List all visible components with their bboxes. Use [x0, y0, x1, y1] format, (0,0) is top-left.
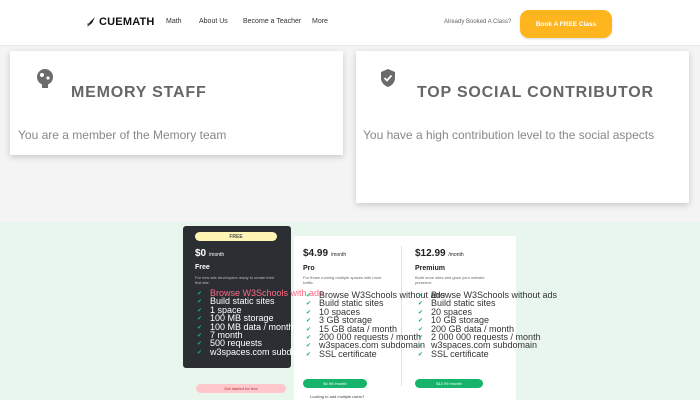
multiple-users-link[interactable]: Looking to add multiple users?	[310, 394, 364, 399]
plan-name: Premium	[415, 265, 445, 272]
check-icon: ✔	[197, 349, 203, 356]
plan-price: $0 /month	[195, 248, 225, 259]
badge-card-top-social-contributor: TOP SOCIAL CONTRIBUTOR You have a high c…	[356, 51, 689, 203]
book-free-class-button[interactable]: Book A FREE Class	[520, 10, 612, 38]
badge-title: MEMORY STAFF	[71, 84, 207, 101]
feature-item: ✔ SSL certificate	[418, 348, 489, 359]
check-icon: ✔	[418, 351, 424, 358]
get-started-free-button[interactable]: Get started for free	[196, 384, 286, 393]
check-icon: ✔	[306, 351, 312, 358]
badge-description: You have a high contribution level to th…	[363, 128, 655, 142]
plan-name: Free	[195, 264, 210, 271]
plan-free: FREE $0 /month Free For new site develop…	[183, 226, 324, 368]
plan-price: $4.99 /month	[303, 248, 347, 259]
plan-name: Pro	[303, 265, 315, 272]
memory-icon	[37, 69, 53, 88]
free-pill: FREE	[195, 232, 277, 241]
nav-link-about-us[interactable]: About Us	[199, 18, 228, 25]
nav-link-more[interactable]: More	[312, 18, 328, 25]
nav-link-become-teacher[interactable]: Become a Teacher	[243, 18, 301, 25]
badge-description: You are a member of the Memory team	[18, 128, 227, 142]
plan-description: Build more sites and grow your website p…	[415, 275, 485, 285]
badge-card-memory-staff: MEMORY STAFF You are a member of the Mem…	[10, 51, 343, 155]
shield-check-icon	[381, 69, 395, 87]
pro-plan-button[interactable]: $4.99 /month	[303, 379, 367, 388]
already-booked-link[interactable]: Already Booked A Class?	[444, 19, 511, 25]
premium-plan-button[interactable]: $12.99 /month	[415, 379, 483, 388]
badge-title: TOP SOCIAL CONTRIBUTOR	[417, 84, 654, 101]
plan-description: For those running multiple spaces with m…	[303, 275, 382, 285]
nav-link-math[interactable]: Math	[166, 18, 182, 25]
plan-price: $12.99 /month	[415, 248, 464, 259]
plan-description: For new site developers ready to create …	[195, 275, 275, 285]
logo-text: CUEMATH	[99, 16, 155, 28]
rocket-icon	[87, 17, 95, 27]
feature-list: ✔ Browse W3Schools with ads ✔ Build static…	[197, 289, 324, 357]
top-navbar: CUEMATH Math About Us Become a Teacher M…	[0, 0, 700, 46]
logo[interactable]: CUEMATH	[86, 16, 155, 28]
feature-item: ✔ w3spaces.com subdomain	[197, 346, 317, 357]
feature-list: ✔ Browse W3Schools without ads ✔ Build sta…	[418, 291, 557, 359]
